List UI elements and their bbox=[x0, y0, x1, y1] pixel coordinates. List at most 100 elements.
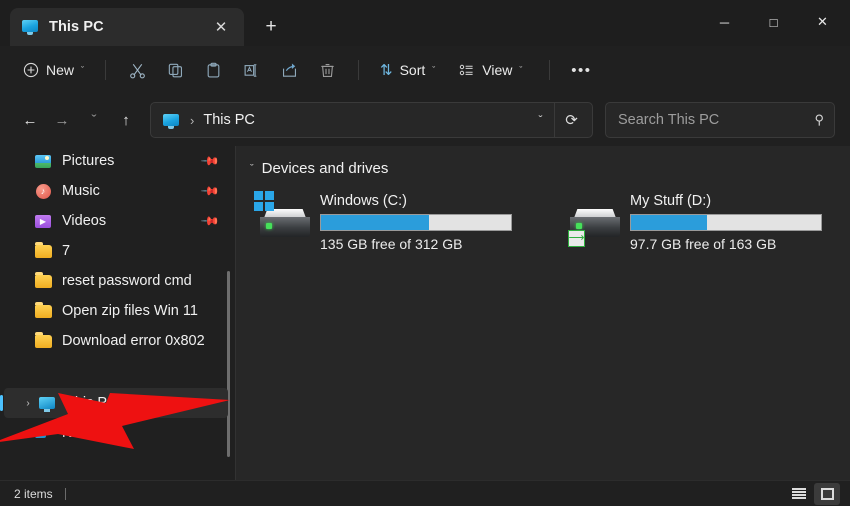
close-window-button[interactable]: ✕ bbox=[798, 0, 847, 44]
address-bar[interactable]: › This PC ˇ ⟳ bbox=[150, 102, 593, 138]
more-options-button[interactable]: ••• bbox=[562, 54, 600, 86]
tab-this-pc[interactable]: This PC ✕ bbox=[10, 8, 244, 46]
paste-button[interactable] bbox=[194, 54, 232, 86]
drive-name: Windows (C:) bbox=[320, 193, 408, 209]
sidebar-item-label: Network bbox=[62, 425, 116, 441]
copy-icon bbox=[168, 63, 182, 77]
network-icon bbox=[34, 426, 52, 440]
drive-item[interactable]: Windows (C:) 135 GB free of 312 GB bbox=[254, 191, 512, 252]
rename-icon bbox=[244, 63, 256, 77]
address-dropdown-icon[interactable]: ˇ bbox=[527, 104, 554, 136]
folder-icon bbox=[34, 241, 52, 258]
sidebar-item-this-pc[interactable]: › This PC bbox=[0, 388, 228, 418]
sidebar-item-download-error-0x802[interactable]: Download error 0x802 bbox=[0, 326, 236, 356]
devices-and-drives-group-header[interactable]: ˇ Devices and drives bbox=[250, 160, 850, 177]
title-bar: This PC ✕ + ─ □ ✕ bbox=[0, 0, 850, 46]
toolbar-divider-3 bbox=[549, 60, 551, 80]
forward-button[interactable]: → bbox=[46, 104, 78, 136]
toolbar-divider-2 bbox=[358, 60, 360, 80]
file-explorer-window: This PC ✕ + ─ □ ✕ New ˇ ⇅ Sort ˇ View ˇ … bbox=[0, 0, 850, 506]
sidebar-item-7[interactable]: 7 bbox=[0, 236, 236, 266]
breadcrumb-this-pc[interactable]: This PC bbox=[203, 112, 255, 128]
chevron-down-icon: ˇ bbox=[519, 65, 523, 75]
window-controls: ─ □ ✕ bbox=[700, 0, 850, 44]
tab-label: This PC bbox=[49, 19, 104, 35]
hard-drive-icon bbox=[254, 191, 310, 245]
drive-name: My Stuff (D:) bbox=[630, 193, 712, 209]
folder-icon bbox=[34, 331, 52, 348]
sidebar-item-network[interactable]: › Network bbox=[0, 418, 236, 448]
videos-icon: ▶ bbox=[34, 214, 52, 228]
capacity-text: 135 GB free of 312 GB bbox=[320, 236, 463, 252]
trash-icon bbox=[320, 63, 334, 77]
search-input[interactable]: Search This PC bbox=[618, 112, 814, 128]
pin-icon[interactable]: 📌 bbox=[200, 151, 220, 171]
share-icon bbox=[282, 62, 296, 77]
navigation-pane[interactable]: Pictures 📌 ♪ Music 📌 ▶ Videos 📌 7 reset password … bbox=[0, 146, 236, 480]
scissors-icon bbox=[129, 63, 145, 78]
pictures-icon bbox=[34, 154, 52, 168]
item-count: 2 items bbox=[14, 486, 53, 501]
recent-locations-button[interactable]: ˇ bbox=[78, 104, 110, 136]
new-tab-button[interactable]: + bbox=[256, 12, 286, 42]
large-icons-view-button[interactable] bbox=[814, 482, 840, 505]
drive-list: Windows (C:) 135 GB free of 312 GB ⟶ My Stu… bbox=[250, 191, 850, 252]
ellipsis-icon: ••• bbox=[571, 61, 592, 79]
sidebar-item-label: Pictures bbox=[62, 153, 115, 169]
up-button[interactable]: ↑ bbox=[110, 104, 142, 136]
drive-item[interactable]: ⟶ My Stuff (D:) 97.7 GB free of 163 GB bbox=[564, 191, 822, 252]
sidebar-item-label: This PC bbox=[66, 395, 118, 411]
view-label: View bbox=[482, 62, 513, 78]
back-button[interactable]: ← bbox=[14, 104, 46, 136]
view-button[interactable]: View ˇ bbox=[450, 54, 531, 86]
sidebar-item-label: reset password cmd bbox=[62, 273, 192, 289]
copy-button[interactable] bbox=[156, 54, 194, 86]
sidebar-item-music[interactable]: ♪ Music 📌 bbox=[0, 176, 236, 206]
monitor-icon bbox=[22, 19, 39, 36]
sort-button[interactable]: ⇅ Sort ˇ bbox=[371, 54, 444, 86]
this-pc-icon bbox=[38, 397, 56, 412]
search-box[interactable]: Search This PC ⚲ bbox=[605, 102, 835, 138]
chevron-down-icon[interactable]: ˇ bbox=[250, 163, 254, 175]
details-view-button[interactable] bbox=[786, 483, 812, 505]
sidebar-item-label: Videos bbox=[62, 213, 107, 229]
sort-icon: ⇅ bbox=[380, 62, 393, 79]
close-tab-icon[interactable]: ✕ bbox=[208, 14, 234, 40]
capacity-bar bbox=[320, 214, 512, 231]
new-button[interactable]: New ˇ bbox=[14, 54, 93, 86]
sidebar-item-reset-password-cmd[interactable]: reset password cmd bbox=[0, 266, 236, 296]
windows-logo-badge bbox=[254, 191, 276, 213]
sidebar-item-videos[interactable]: ▶ Videos 📌 bbox=[0, 206, 236, 236]
share-button[interactable] bbox=[270, 54, 308, 86]
cut-button[interactable] bbox=[118, 54, 156, 86]
maximize-button[interactable]: □ bbox=[749, 0, 798, 44]
minimize-button[interactable]: ─ bbox=[700, 0, 749, 44]
sidebar-item-label: Download error 0x802 bbox=[62, 333, 205, 349]
pin-icon[interactable]: 📌 bbox=[200, 211, 220, 231]
sidebar-item-open-zip-files-win-11[interactable]: Open zip files Win 11 bbox=[0, 296, 236, 326]
breadcrumb-separator: › bbox=[190, 112, 195, 128]
paste-icon bbox=[207, 62, 219, 78]
rename-button[interactable] bbox=[232, 54, 270, 86]
sidebar-item-label: 7 bbox=[62, 243, 71, 259]
expand-chevron-icon[interactable]: › bbox=[14, 428, 34, 439]
music-icon: ♪ bbox=[34, 183, 52, 199]
pin-icon[interactable]: 📌 bbox=[200, 181, 220, 201]
status-divider bbox=[64, 487, 66, 500]
sidebar-item-pictures[interactable]: Pictures 📌 bbox=[0, 146, 236, 176]
address-row: ← → ˇ ↑ › This PC ˇ ⟳ Search This PC ⚲ bbox=[0, 94, 850, 146]
status-bar: 2 items bbox=[0, 480, 850, 506]
new-button-label: New bbox=[46, 62, 75, 78]
capacity-bar bbox=[630, 214, 822, 231]
refresh-button[interactable]: ⟳ bbox=[554, 102, 588, 138]
view-list-icon bbox=[460, 64, 473, 76]
folder-icon bbox=[34, 301, 52, 318]
command-toolbar: New ˇ ⇅ Sort ˇ View ˇ ••• bbox=[0, 46, 850, 94]
file-list-pane[interactable]: ˇ Devices and drives Windows (C:) 135 GB … bbox=[236, 146, 850, 480]
sidebar-item-label: Open zip files Win 11 bbox=[62, 303, 198, 319]
delete-button[interactable] bbox=[308, 54, 346, 86]
expand-chevron-icon[interactable]: › bbox=[18, 398, 38, 409]
capacity-text: 97.7 GB free of 163 GB bbox=[630, 236, 777, 252]
folder-icon bbox=[34, 271, 52, 288]
chevron-down-icon: ˇ bbox=[432, 65, 436, 75]
